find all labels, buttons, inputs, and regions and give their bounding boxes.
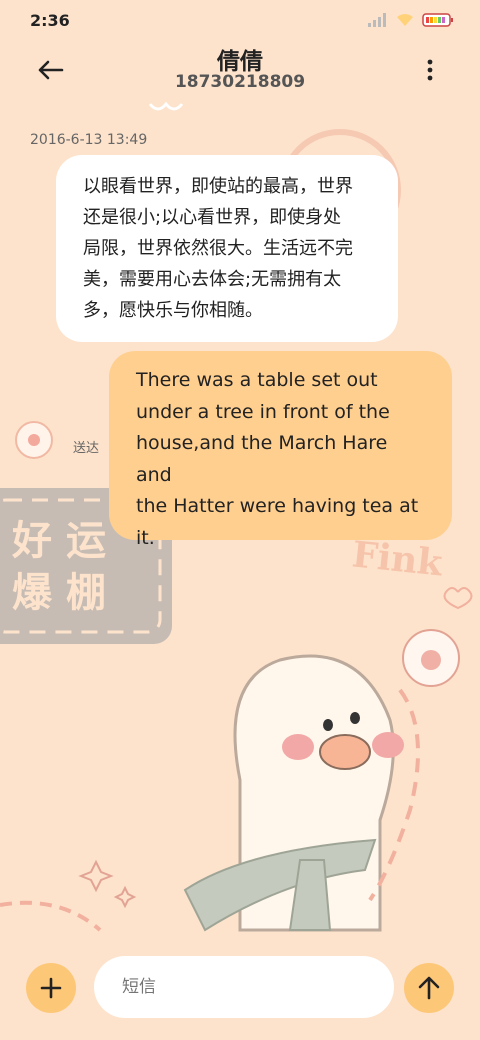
message-line: under a tree in front of the bbox=[136, 400, 390, 423]
message-line: the Hatter were having tea at bbox=[136, 495, 419, 517]
conversation-header: 倩倩 18730218809 bbox=[0, 40, 480, 110]
status-icons bbox=[368, 13, 454, 27]
delivery-status: 送达 bbox=[73, 441, 100, 456]
battery-icon bbox=[422, 13, 453, 27]
message-line: it. bbox=[136, 526, 155, 549]
message-input[interactable] bbox=[94, 956, 394, 1018]
message-line: 局限，世界依然很大。生活远不完 bbox=[83, 238, 353, 259]
send-button[interactable] bbox=[404, 963, 454, 1013]
status-time: 2:36 bbox=[30, 10, 70, 30]
outgoing-message-bubble[interactable]: There was a table set out under a tree i… bbox=[109, 351, 452, 549]
status-bar: 2:36 bbox=[0, 0, 480, 40]
message-line: house,and the March Hare and bbox=[136, 432, 388, 486]
flower-icon bbox=[15, 421, 53, 459]
message-line: 还是很小;以心看世界，即使身处 bbox=[83, 207, 342, 228]
message-line: 美，需要用心去体会;无需拥有太 bbox=[83, 269, 342, 290]
contact-name: 倩倩 bbox=[217, 49, 263, 75]
logo-line-1: 好运 bbox=[12, 517, 120, 564]
message-line: 多，愿快乐与你相随。 bbox=[83, 300, 263, 321]
incoming-message-bubble[interactable]: 以眼看世界，即使站的最高，世界 还是很小;以心看世界，即使身处 局限，世界依然很… bbox=[56, 155, 398, 342]
logo-line-2: 爆棚 bbox=[12, 569, 120, 616]
arrow-up-icon bbox=[418, 976, 440, 1000]
message-timestamp: 2016-6-13 13:49 bbox=[30, 132, 148, 148]
message-line: There was a table set out bbox=[136, 369, 378, 391]
more-vertical-icon bbox=[427, 59, 433, 81]
more-options-button[interactable] bbox=[414, 54, 446, 86]
message-line: 以眼看世界，即使站的最高，世界 bbox=[83, 176, 353, 197]
wifi-icon bbox=[397, 14, 413, 26]
add-attachment-button[interactable] bbox=[26, 963, 76, 1013]
plus-icon bbox=[40, 977, 62, 999]
signal-icon bbox=[368, 13, 386, 27]
contact-phone-number: 18730218809 bbox=[174, 72, 306, 92]
